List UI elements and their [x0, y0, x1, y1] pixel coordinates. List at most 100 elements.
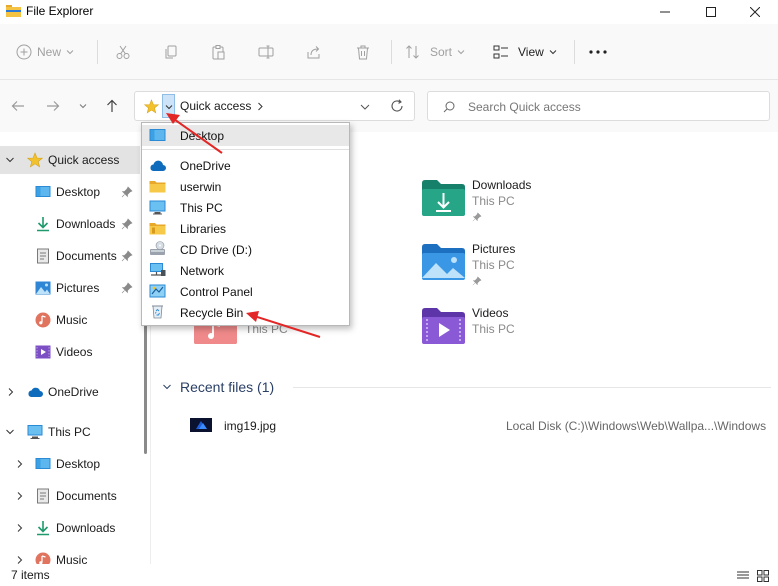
address-row: Quick access Search Quick access: [0, 80, 778, 132]
share-button[interactable]: [306, 40, 322, 64]
dropdown-item-this-pc[interactable]: This PC: [142, 197, 349, 218]
sidebar-label: Desktop: [56, 185, 101, 199]
chevron-down-icon[interactable]: [360, 103, 370, 111]
clipboard-icon: [212, 45, 225, 60]
sidebar-item-downloads[interactable]: Downloads: [0, 210, 140, 238]
sidebar-label: Downloads: [56, 521, 116, 535]
chevron-down-icon: [457, 50, 465, 55]
sidebar-label: OneDrive: [48, 385, 99, 399]
ellipsis-icon: [589, 50, 607, 54]
search-box[interactable]: Search Quick access: [427, 91, 770, 121]
paste-button[interactable]: [210, 40, 226, 64]
cut-button[interactable]: [115, 40, 131, 64]
chevron-right-icon: [17, 556, 23, 564]
up-button[interactable]: [102, 96, 122, 116]
sidebar-item-pc-desktop[interactable]: Desktop: [0, 450, 140, 478]
copy-button[interactable]: [163, 40, 179, 64]
dropdown-item-control-panel[interactable]: Control Panel: [142, 281, 349, 302]
sort-button[interactable]: Sort: [405, 40, 465, 64]
dropdown-item-desktop[interactable]: Desktop: [142, 125, 349, 146]
sidebar-item-desktop[interactable]: Desktop: [0, 178, 140, 206]
pin-icon: [121, 250, 133, 262]
downloads-folder-icon: [422, 180, 465, 216]
dropdown-label: Desktop: [180, 128, 225, 143]
back-button[interactable]: [8, 96, 28, 116]
dropdown-label: Network: [180, 263, 225, 278]
file-row[interactable]: img19.jpg Local Disk (C:)\Windows\Web\Wa…: [150, 414, 778, 438]
section-divider: [293, 387, 771, 388]
refresh-icon[interactable]: [390, 99, 404, 113]
sidebar-item-videos[interactable]: Videos: [0, 338, 140, 366]
minimize-button[interactable]: [642, 0, 688, 24]
pictures-icon: [35, 281, 51, 295]
rename-button[interactable]: [258, 40, 274, 64]
recent-locations-button[interactable]: [73, 96, 93, 116]
computer-icon: [27, 425, 43, 439]
sidebar-item-onedrive[interactable]: OneDrive: [0, 378, 140, 406]
desktop-icon: [35, 458, 51, 469]
sidebar-item-quick-access[interactable]: Quick access: [0, 146, 140, 174]
dropdown-item-libraries[interactable]: Libraries: [142, 218, 349, 239]
dropdown-item-recycle-bin[interactable]: Recycle Bin: [142, 302, 349, 323]
dropdown-label: Control Panel: [180, 284, 253, 299]
close-button[interactable]: [732, 0, 778, 24]
dropdown-item-network[interactable]: Network: [142, 260, 349, 281]
file-path: Local Disk (C:)\Windows\Web\Wallpa...\Wi…: [506, 419, 767, 433]
chevron-right-icon: [8, 388, 14, 396]
folder-location: This PC: [472, 258, 515, 272]
maximize-button[interactable]: [688, 0, 734, 24]
breadcrumb-quick-access[interactable]: Quick access: [180, 99, 251, 113]
trash-icon: [357, 45, 369, 60]
pin-icon: [472, 212, 482, 222]
dropdown-item-onedrive[interactable]: OneDrive: [142, 155, 349, 176]
folder-name: Videos: [472, 306, 509, 320]
dropdown-item-cd-drive[interactable]: CD Drive (D:): [142, 239, 349, 260]
command-bar: New Sort View: [0, 24, 778, 80]
address-bar[interactable]: Quick access: [134, 91, 415, 121]
computer-icon: [149, 200, 166, 215]
sidebar-item-music[interactable]: Music: [0, 306, 140, 334]
navigation-pane: Quick access Desktop Downloads Documents…: [0, 132, 150, 564]
folder-tile-pictures[interactable]: Pictures This PC: [420, 242, 620, 298]
close-icon: [750, 7, 760, 17]
sidebar-item-pc-music[interactable]: Music: [0, 546, 140, 564]
sidebar-label: Desktop: [56, 457, 101, 471]
network-icon: [150, 263, 166, 276]
sidebar-item-this-pc[interactable]: This PC: [0, 418, 140, 446]
details-view-icon[interactable]: [737, 571, 749, 581]
folder-tile-videos[interactable]: Videos This PC: [420, 306, 620, 362]
folder-tile-downloads[interactable]: Downloads This PC: [420, 178, 620, 234]
dropdown-label: This PC: [180, 200, 223, 215]
location-dropdown-button[interactable]: [162, 94, 175, 118]
folder-name: Downloads: [472, 178, 532, 192]
recent-files-header[interactable]: Recent files (1): [162, 379, 274, 395]
dropdown-item-userwin[interactable]: userwin: [142, 176, 349, 197]
user-folder-icon: [149, 181, 166, 193]
sidebar-item-pc-downloads[interactable]: Downloads: [0, 514, 140, 542]
folder-location: This PC: [472, 194, 515, 208]
download-arrow-icon: [37, 217, 49, 232]
arrow-left-icon: [11, 101, 24, 111]
chevron-down-icon: [66, 50, 74, 55]
forward-button[interactable]: [43, 96, 63, 116]
document-icon: [37, 248, 49, 264]
delete-button[interactable]: [355, 40, 371, 64]
sidebar-item-pc-documents[interactable]: Documents: [0, 482, 140, 510]
arrow-right-icon: [47, 101, 60, 111]
chevron-down-icon: [6, 429, 14, 435]
chevron-right-icon: [17, 460, 23, 468]
more-options-button[interactable]: [589, 40, 607, 64]
sidebar-label: This PC: [48, 425, 91, 439]
chevron-right-icon: [17, 492, 23, 500]
sidebar-label: Quick access: [48, 153, 120, 167]
sidebar-item-documents[interactable]: Documents: [0, 242, 140, 270]
pin-icon: [121, 218, 133, 230]
document-icon: [37, 488, 49, 504]
star-icon: [27, 152, 43, 168]
new-button[interactable]: New: [16, 40, 74, 64]
view-button[interactable]: View: [493, 40, 557, 64]
file-name: img19.jpg: [224, 419, 277, 433]
file-explorer-icon: [6, 5, 21, 17]
tiles-view-icon[interactable]: [757, 570, 769, 582]
sidebar-item-pictures[interactable]: Pictures: [0, 274, 140, 302]
